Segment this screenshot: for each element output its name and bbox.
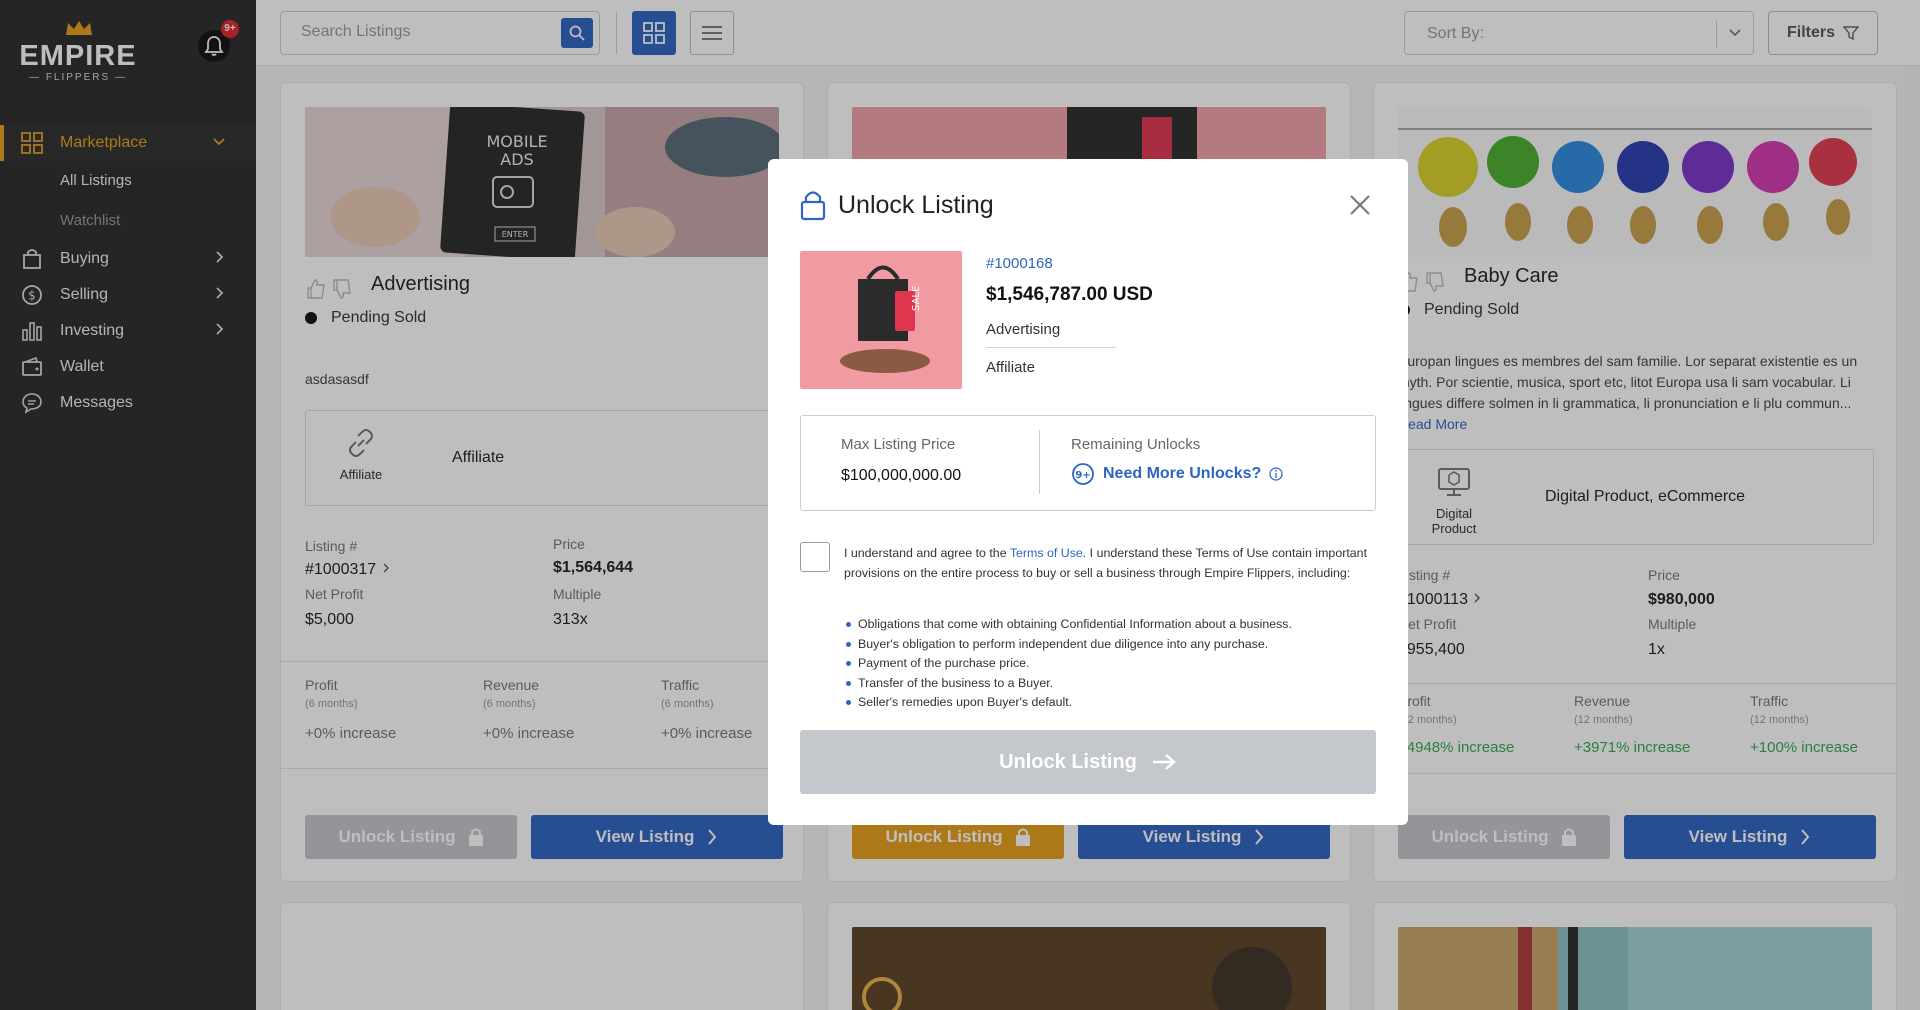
list-item: Seller's remedies upon Buyer's default. [844, 693, 1380, 713]
listing-thumbnail: SALE [800, 251, 962, 389]
terms-bullet-list: Obligations that come with obtaining Con… [844, 615, 1380, 713]
unlock-count-badge-icon: 9+ [1072, 463, 1094, 485]
max-listing-price-value: $100,000,000.00 [841, 467, 962, 484]
modal-title-text: Unlock Listing [838, 190, 994, 219]
list-item: Buyer's obligation to perform independen… [844, 635, 1380, 655]
terms-checkbox[interactable] [800, 542, 830, 572]
need-more-unlocks-text: Need More Unlocks? [1103, 465, 1262, 482]
info-icon[interactable] [1269, 467, 1283, 481]
unlock-listing-modal: Unlock Listing SALE #1000168 $1,546,787.… [768, 159, 1408, 825]
unlock-button-label: Unlock Listing [999, 750, 1137, 773]
close-icon[interactable] [1348, 193, 1372, 217]
list-item: Transfer of the business to a Buyer. [844, 674, 1380, 694]
listing-id-link[interactable]: #1000168 [986, 255, 1053, 272]
modal-title: Unlock Listing [800, 189, 994, 221]
arrow-right-icon [1152, 754, 1176, 770]
svg-text:9+: 9+ [1075, 470, 1090, 481]
modal-unlock-listing-button[interactable]: Unlock Listing [800, 730, 1376, 794]
need-more-unlocks-link[interactable]: 9+ Need More Unlocks? [1071, 462, 1283, 486]
listing-model: Affiliate [986, 359, 1035, 376]
divider [1039, 430, 1040, 494]
svg-text:SALE: SALE [911, 286, 922, 311]
list-item: Obligations that come with obtaining Con… [844, 615, 1380, 635]
max-listing-price-label: Max Listing Price [841, 436, 956, 453]
terms-of-use-link[interactable]: Terms of Use [1010, 546, 1083, 560]
lock-icon [800, 191, 826, 221]
unlock-limits-box: Max Listing Price $100,000,000.00 Remain… [800, 415, 1376, 511]
listing-price: $1,546,787.00 USD [986, 284, 1153, 305]
listing-niche: Advertising [986, 321, 1061, 338]
list-item: Payment of the purchase price. [844, 654, 1380, 674]
remaining-unlocks-label: Remaining Unlocks [1071, 436, 1201, 453]
divider [986, 347, 1116, 348]
terms-text: I understand and agree to the Terms of U… [844, 546, 1368, 580]
